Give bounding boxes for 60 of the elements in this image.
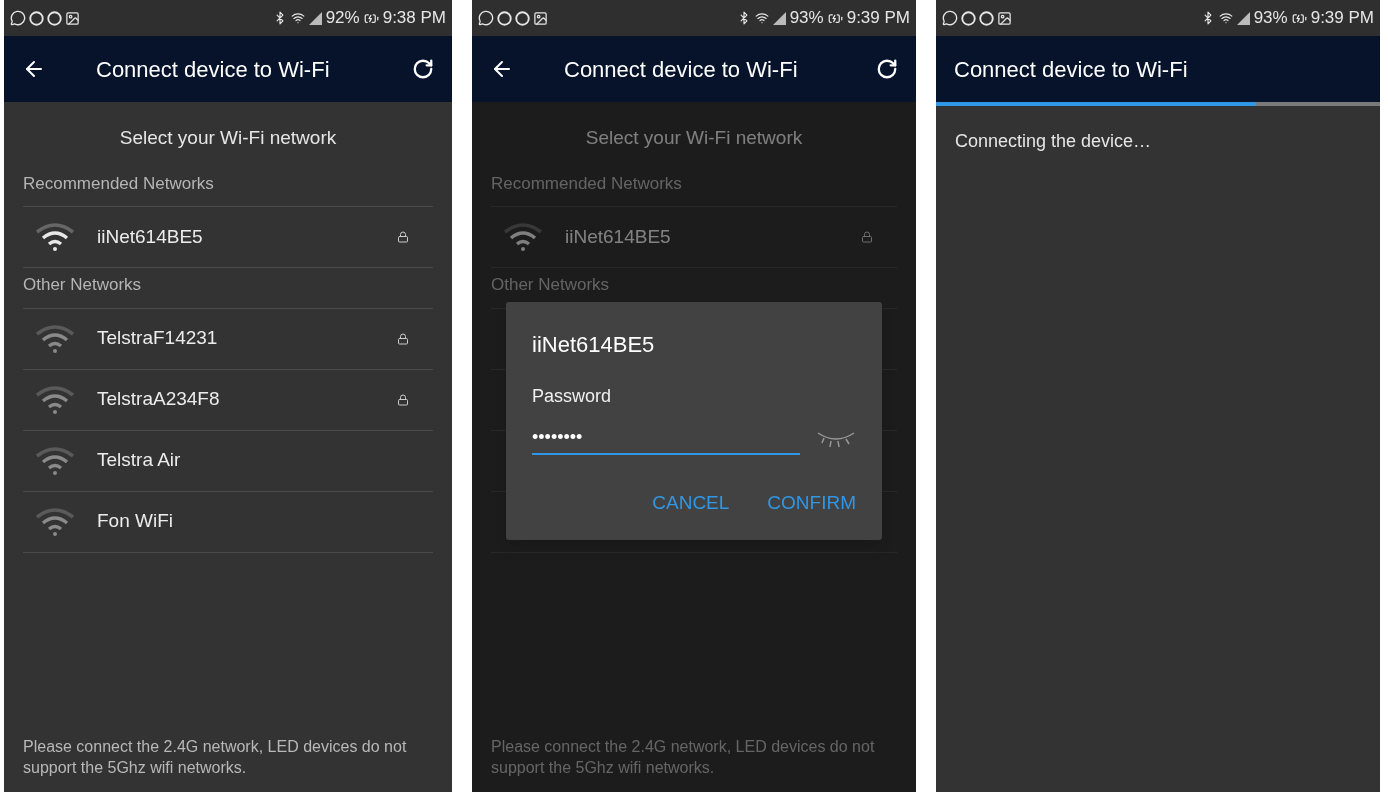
chat-icon xyxy=(942,10,958,26)
password-field[interactable]: •••••••• xyxy=(532,424,800,455)
screen-title: Connect device to Wi-Fi xyxy=(564,55,799,84)
clock: 9:38 PM xyxy=(382,7,446,30)
footer-note: Please connect the 2.4G network, LED devices do not support the 5Ghz wifi networks. xyxy=(490,737,876,778)
wifi-icon xyxy=(754,11,769,25)
screen-title: Connect device to Wi-Fi xyxy=(954,55,1189,84)
circle-icon xyxy=(979,10,994,26)
wifi-signal-icon xyxy=(35,222,75,252)
wifi-signal-icon xyxy=(35,506,75,537)
battery-percent: 93% xyxy=(1253,7,1288,30)
network-name: iiNet614BE5 xyxy=(565,224,672,249)
screen-title: Connect device to Wi-Fi xyxy=(96,55,331,84)
circle-icon xyxy=(515,10,530,26)
clock: 9:39 PM xyxy=(1310,7,1374,30)
status-message: Connecting the device… xyxy=(954,130,1153,153)
signal-icon xyxy=(1236,11,1250,25)
network-name: Telstra Air xyxy=(97,448,182,473)
network-row[interactable]: TelstraA234F8 xyxy=(23,369,433,431)
circle-icon xyxy=(29,10,44,26)
refresh-button[interactable] xyxy=(412,58,434,80)
wifi-signal-icon xyxy=(35,384,75,415)
signal-icon xyxy=(308,11,322,25)
network-name: TelstraA234F8 xyxy=(97,387,221,412)
network-row[interactable]: TelstraF14231 xyxy=(23,308,433,370)
network-name: TelstraF14231 xyxy=(97,326,219,351)
wifi-icon xyxy=(1218,11,1233,25)
wifi-signal-icon xyxy=(35,323,75,354)
network-name: Fon WiFi xyxy=(97,509,174,534)
circle-icon xyxy=(961,10,976,26)
circle-icon xyxy=(497,10,512,26)
footer-note: Please connect the 2.4G network, LED devices do not support the 5Ghz wifi networks. xyxy=(22,737,408,778)
image-icon xyxy=(997,10,1012,26)
wifi-signal-icon xyxy=(35,445,75,476)
wifi-signal-icon xyxy=(503,222,543,252)
clock: 9:39 PM xyxy=(846,7,910,30)
battery-percent: 93% xyxy=(789,7,824,30)
refresh-button[interactable] xyxy=(876,58,898,80)
network-row[interactable]: Fon WiFi xyxy=(23,491,433,553)
network-name: iiNet614BE5 xyxy=(97,224,204,249)
signal-icon xyxy=(772,11,786,25)
chat-icon xyxy=(10,10,26,26)
network-row[interactable]: Telstra Air xyxy=(23,430,433,492)
dialog-title: iiNet614BE5 xyxy=(532,331,656,359)
network-row[interactable]: iiNet614BE5 xyxy=(23,207,433,268)
wifi-icon xyxy=(290,11,305,25)
section-label: Other Networks xyxy=(491,274,610,296)
closed-eye-icon xyxy=(816,430,856,449)
network-row[interactable]: iiNet614BE5 xyxy=(491,207,897,268)
image-icon xyxy=(65,10,80,26)
circle-icon xyxy=(47,10,62,26)
password-label: Password xyxy=(532,385,613,408)
section-label: Other Networks xyxy=(23,274,142,296)
battery-percent: 92% xyxy=(325,7,360,30)
chat-icon xyxy=(478,10,494,26)
list-heading: Select your Wi-Fi network xyxy=(119,126,337,150)
section-label: Recommended Networks xyxy=(23,172,214,195)
image-icon xyxy=(533,10,548,26)
list-heading: Select your Wi-Fi network xyxy=(585,126,803,150)
section-label: Recommended Networks xyxy=(491,172,682,195)
